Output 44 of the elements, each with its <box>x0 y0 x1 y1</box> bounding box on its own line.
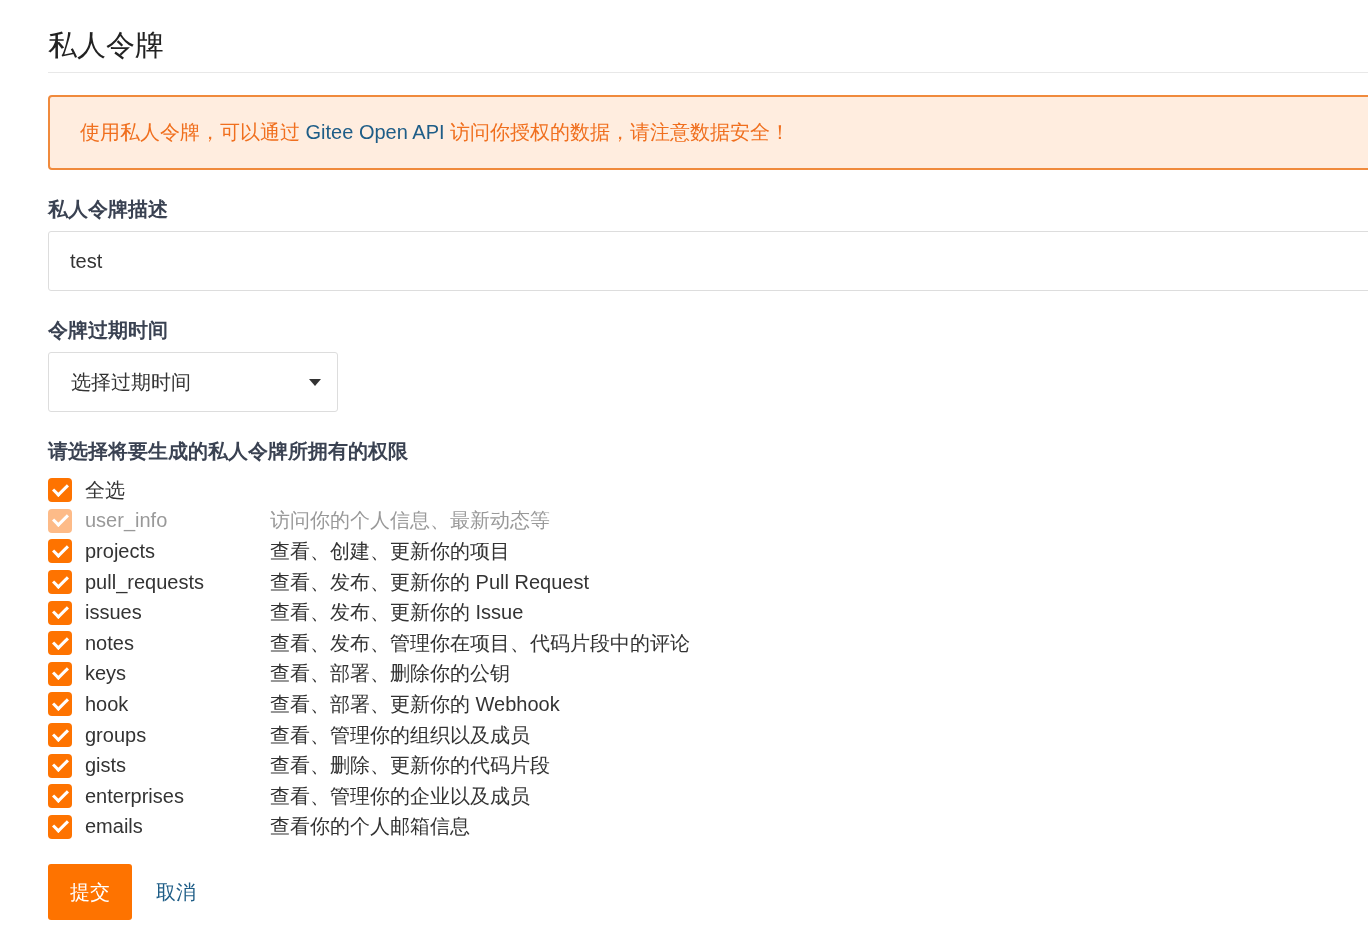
permission-name: issues <box>85 601 143 625</box>
checkbox[interactable] <box>48 631 72 656</box>
cancel-link[interactable]: 取消 <box>156 878 196 906</box>
permission-name: hook <box>85 692 130 716</box>
notice-banner: 使用私人令牌，可以通过 Gitee Open API 访问你授权的数据，请注意数据安全！ <box>48 95 1368 170</box>
checkbox[interactable] <box>48 814 72 839</box>
permission-description: 查看、管理你的组织以及成员 <box>270 722 530 748</box>
permission-description: 访问你的个人信息、最新动态等 <box>270 508 550 534</box>
permission-name: emails <box>85 815 144 839</box>
checkbox[interactable] <box>48 661 72 686</box>
permission-description: 查看、管理你的企业以及成员 <box>270 783 530 809</box>
field-label: 私人令牌描述 <box>48 197 169 222</box>
permission-name: keys <box>85 662 128 686</box>
description-input[interactable]: test <box>48 231 1368 291</box>
permission-name: projects <box>85 540 157 563</box>
permission-description: 查看、发布、更新你的 Issue <box>270 600 524 626</box>
permission-name: enterprises <box>85 784 185 808</box>
checkbox[interactable] <box>48 784 72 809</box>
permission-description: 查看你的个人邮箱信息 <box>270 814 470 840</box>
permission-description: 查看、创建、更新你的项目 <box>270 539 510 564</box>
permission-name: gists <box>85 754 128 778</box>
checkbox-label: 全选 <box>85 477 125 503</box>
checkbox[interactable] <box>48 539 72 564</box>
checkbox[interactable] <box>48 692 72 717</box>
checkbox[interactable] <box>48 753 72 778</box>
checkbox[interactable] <box>48 478 72 503</box>
checkbox[interactable] <box>48 723 72 748</box>
page-title: 私人令牌 <box>48 26 1368 73</box>
permission-description: 查看、部署、删除你的公钥 <box>270 661 510 687</box>
permission-description: 查看、发布、管理你在项目、代码片段中的评论 <box>270 630 690 656</box>
api-link[interactable]: Gitee Open API <box>305 121 445 143</box>
permission-name: groups <box>85 723 148 747</box>
expiry-dropdown[interactable]: 选择过期时间 <box>48 352 338 412</box>
permission-description: 查看、发布、更新你的 Pull Request <box>270 569 589 595</box>
permission-description: 查看、删除、更新你的代码片段 <box>270 753 550 779</box>
field-label: 令牌过期时间 <box>48 318 169 343</box>
checkbox[interactable] <box>48 600 72 625</box>
field-label: 请选择将要生成的私人令牌所拥有的权限 <box>48 439 409 464</box>
caret-icon <box>309 378 321 386</box>
permission-description: 查看、部署、更新你的 Webhook <box>270 691 560 717</box>
permission-name: user_info <box>85 509 169 533</box>
permission-name: notes <box>85 631 135 655</box>
checkbox[interactable] <box>48 570 72 595</box>
permission-name: pull_requests <box>85 570 205 594</box>
